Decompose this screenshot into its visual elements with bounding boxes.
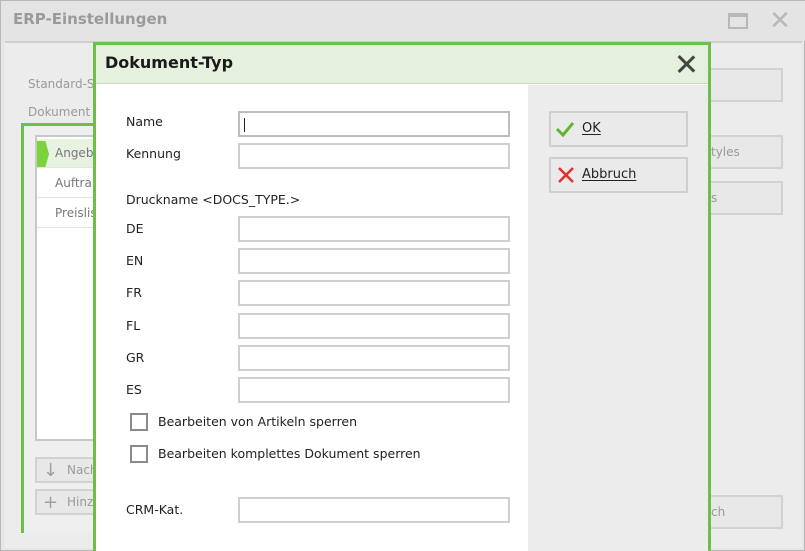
dialog-header: Dokument-Typ bbox=[96, 45, 708, 84]
crm-input[interactable] bbox=[238, 497, 510, 523]
name-input[interactable] bbox=[238, 111, 510, 137]
gr-label: GR bbox=[126, 350, 145, 365]
lock-document-checkbox[interactable] bbox=[130, 445, 148, 463]
selection-marker-icon bbox=[37, 141, 49, 167]
close-icon[interactable]: ✕ bbox=[768, 8, 792, 34]
add-label: Hinz bbox=[67, 495, 94, 509]
ok-label: OK bbox=[582, 121, 601, 136]
styles-label: tyles bbox=[711, 145, 740, 159]
erp-window-title: ERP-Einstellungen bbox=[13, 10, 168, 28]
cancel-label: Abbruch bbox=[582, 167, 637, 182]
fl-label: FL bbox=[126, 318, 141, 333]
crm-label: CRM-Kat. bbox=[126, 502, 184, 517]
dialog-action-panel: OK Abbruch bbox=[528, 85, 708, 551]
es-label: ES bbox=[126, 382, 142, 397]
erp-titlebar: ERP-Einstellungen ✕ bbox=[1, 1, 805, 41]
right-button-3-label: s bbox=[711, 191, 718, 205]
tab-dokument[interactable]: Dokument bbox=[28, 105, 90, 119]
list-item-label: Auftra bbox=[55, 176, 92, 190]
es-input[interactable] bbox=[238, 377, 510, 403]
right-button-4-label: ch bbox=[711, 505, 726, 519]
lock-document-label: Bearbeiten komplettes Dokument sperren bbox=[158, 446, 421, 461]
fr-label: FR bbox=[126, 285, 142, 300]
fr-input[interactable] bbox=[238, 280, 510, 306]
document-type-dialog: Dokument-Typ Name Kennung Druckname <DOC… bbox=[93, 42, 711, 551]
tab-standard[interactable]: Standard-S bbox=[28, 77, 95, 91]
kennung-label: Kennung bbox=[126, 146, 181, 161]
de-input[interactable] bbox=[238, 216, 510, 242]
ok-button[interactable]: OK bbox=[549, 111, 688, 147]
checkmark-icon bbox=[555, 122, 575, 138]
close-icon[interactable] bbox=[674, 52, 698, 76]
maximize-icon[interactable] bbox=[728, 13, 748, 29]
lock-articles-checkbox[interactable] bbox=[130, 413, 148, 431]
plus-icon: + bbox=[43, 492, 59, 513]
cancel-button[interactable]: Abbruch bbox=[549, 157, 688, 193]
list-item-label: Preislis bbox=[55, 206, 97, 220]
gr-input[interactable] bbox=[238, 345, 510, 371]
en-input[interactable] bbox=[238, 248, 510, 274]
text-caret bbox=[244, 118, 245, 132]
arrow-down-icon: ↓ bbox=[43, 460, 59, 481]
lock-articles-label: Bearbeiten von Artikeln sperren bbox=[158, 414, 358, 429]
kennung-input[interactable] bbox=[238, 143, 510, 169]
en-label: EN bbox=[126, 253, 144, 268]
name-label: Name bbox=[126, 114, 163, 129]
dialog-title: Dokument-Typ bbox=[105, 53, 234, 72]
druckname-heading: Druckname <DOCS_TYPE.> bbox=[126, 192, 301, 207]
fl-input[interactable] bbox=[238, 313, 510, 339]
de-label: DE bbox=[126, 221, 144, 236]
cross-icon bbox=[558, 167, 574, 183]
